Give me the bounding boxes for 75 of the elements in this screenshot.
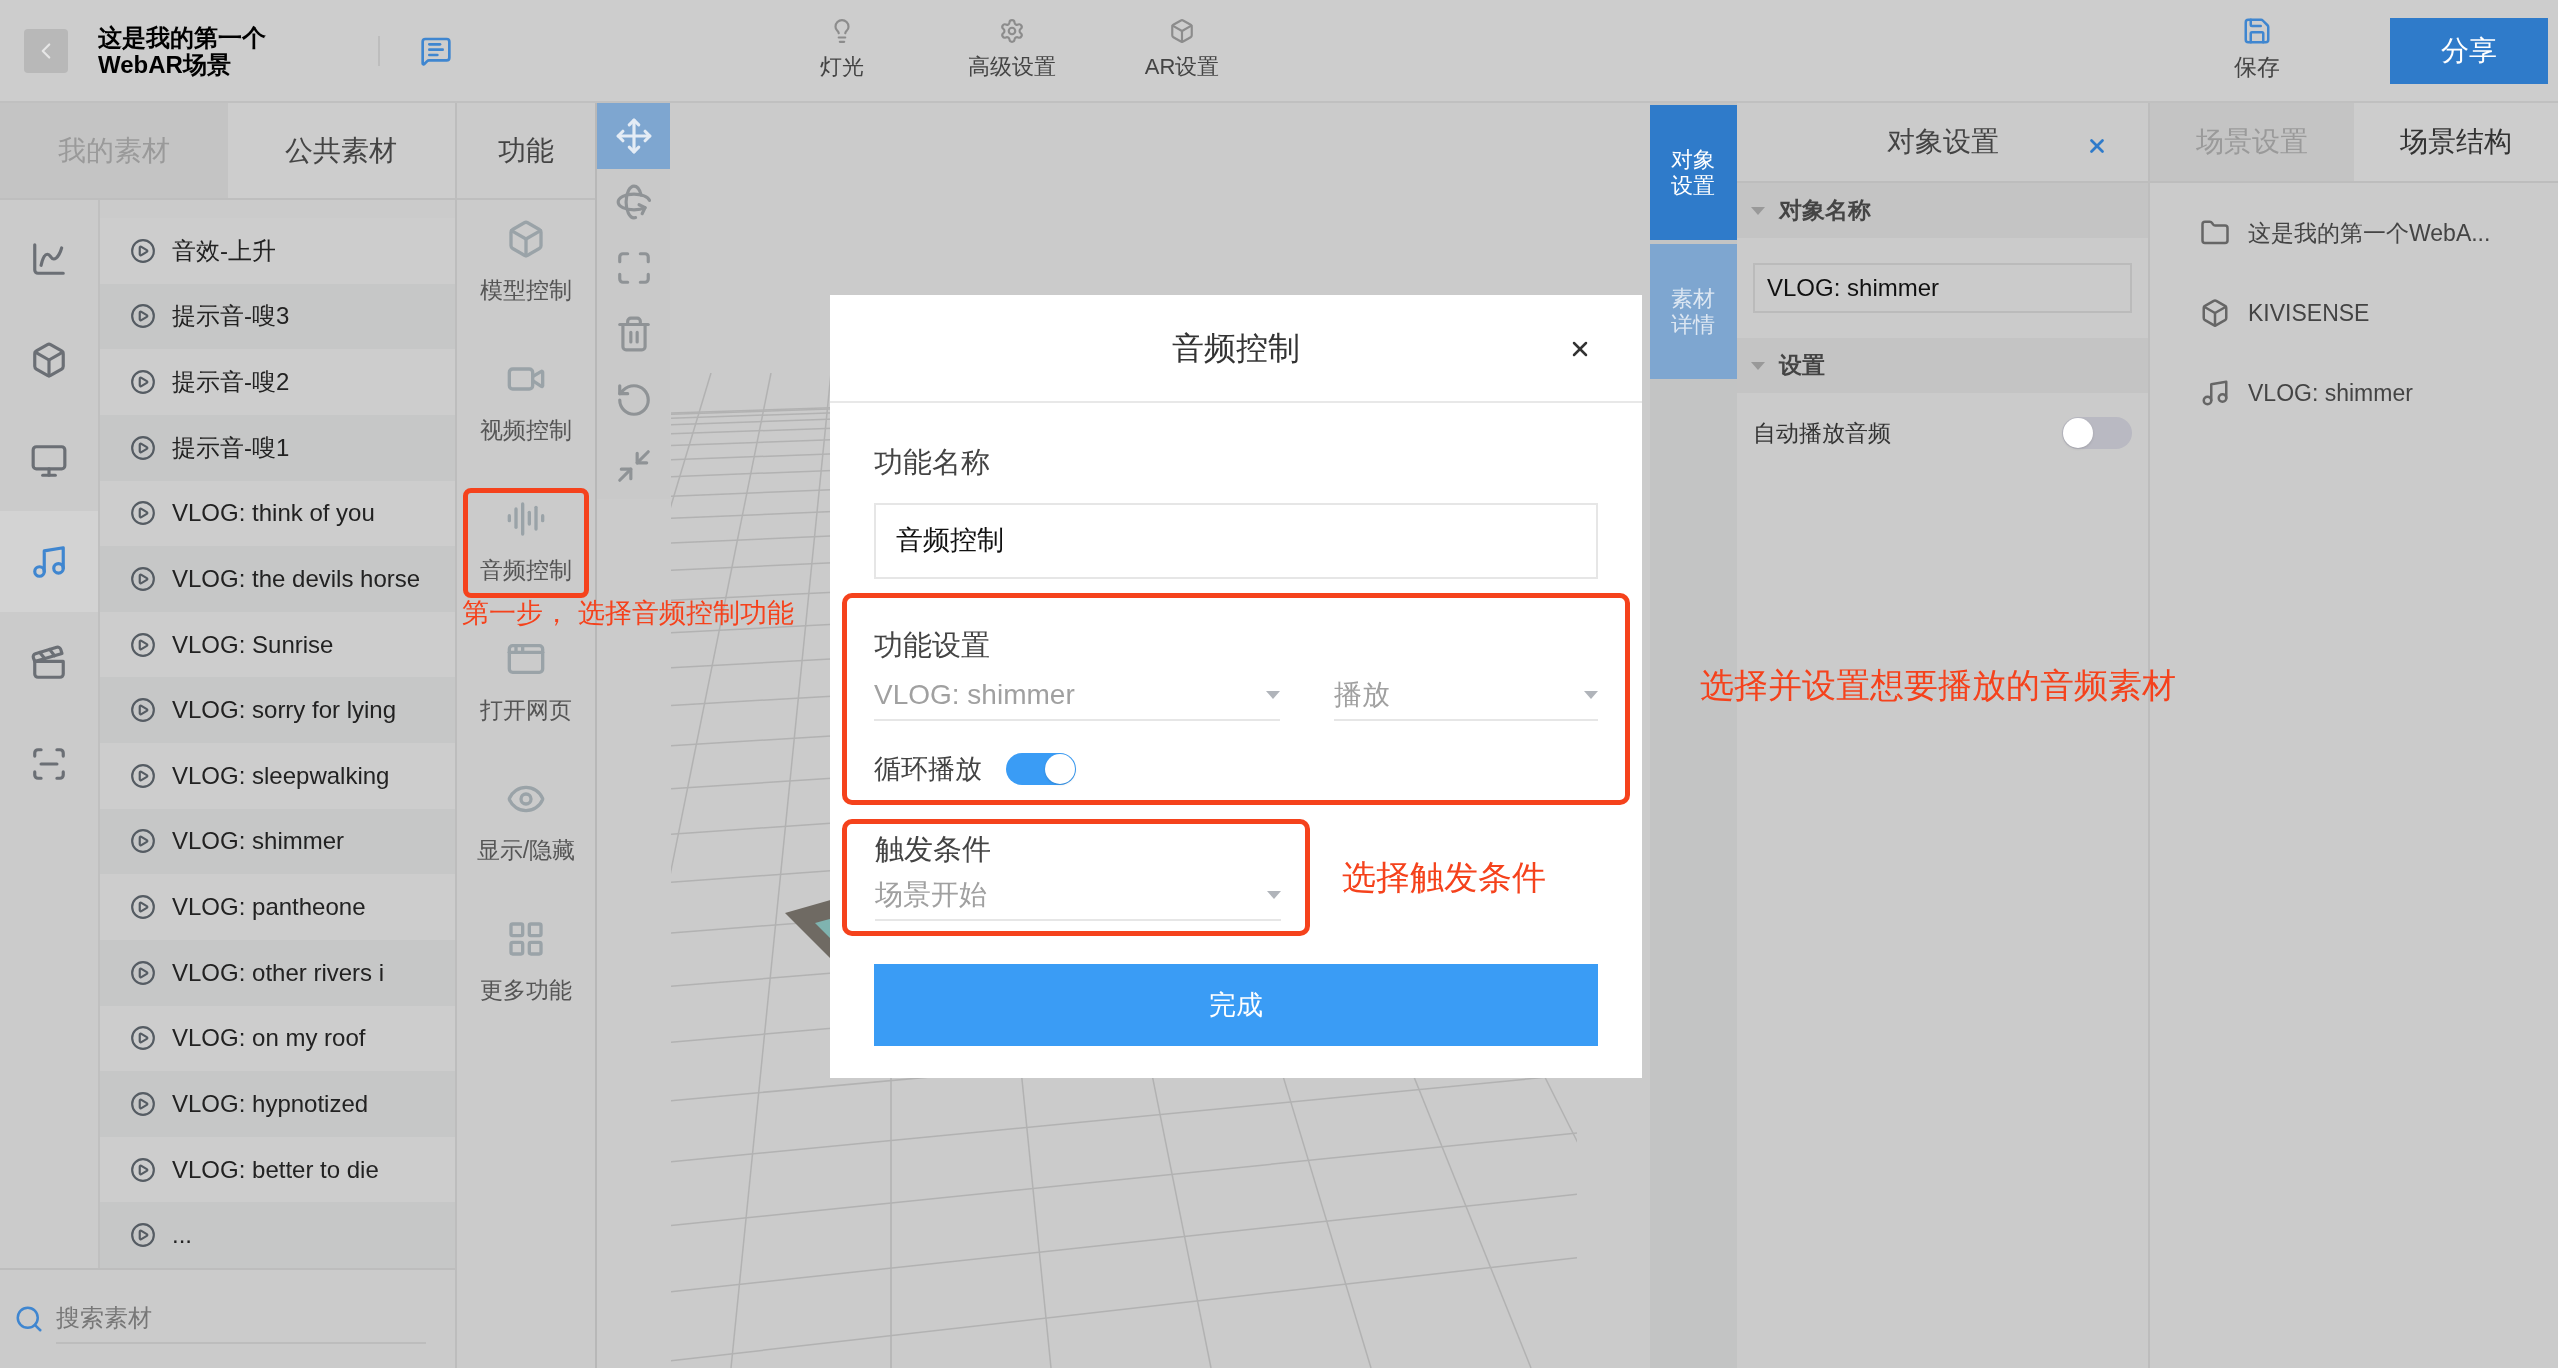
field-label: 功能设置 (874, 627, 991, 663)
play-icon (130, 1222, 156, 1249)
toggle-switch[interactable] (2062, 417, 2132, 449)
play-icon (130, 565, 156, 592)
asset-item[interactable]: ... (100, 1202, 455, 1268)
function-button[interactable]: 打开网页 (463, 628, 589, 738)
play-icon (130, 894, 156, 921)
play-icon (130, 828, 156, 855)
toolbar-button[interactable]: 灯光 (792, 18, 892, 83)
share-button[interactable]: 分享 (2390, 17, 2548, 84)
asset-item[interactable]: VLOG: shimmer (100, 808, 455, 875)
section-header[interactable]: 设置 (1737, 338, 2148, 393)
panel-title: 对象设置 (1886, 125, 1999, 159)
dropdown-arrow-icon (1267, 891, 1281, 899)
play-icon (130, 369, 156, 396)
search-icon (14, 1304, 44, 1334)
play-icon (130, 762, 156, 789)
play-icon (130, 1090, 156, 1117)
cube-icon (2200, 298, 2230, 328)
tree-item[interactable]: KIVISENSE (2150, 273, 2558, 353)
panel-title: 功能 (457, 103, 595, 200)
name-field[interactable]: VLOG: shimmer (1753, 263, 2132, 313)
play-icon (130, 500, 156, 527)
asset-item[interactable]: 提示音-嗖1 (100, 414, 455, 481)
side-tab[interactable]: 对象设置 (1650, 105, 1737, 240)
dropdown-arrow-icon (1266, 691, 1280, 699)
field-label: 触发条件 (875, 831, 992, 867)
asset-item[interactable]: VLOG: the devils horse (100, 546, 455, 612)
play-icon (130, 1025, 156, 1052)
move-icon (614, 117, 653, 155)
play-icon (130, 697, 156, 724)
asset-item[interactable]: 提示音-嗖3 (100, 283, 455, 350)
toggle-switch[interactable] (1006, 753, 1076, 786)
toolbar-button[interactable]: AR设置 (1132, 18, 1232, 83)
back-button[interactable] (24, 28, 68, 73)
asset-item[interactable]: VLOG: hypnotized (100, 1071, 455, 1137)
tree-item[interactable]: VLOG: shimmer (2150, 353, 2558, 433)
cube-icon (506, 218, 546, 259)
search-field[interactable]: 搜索素材 (56, 1294, 426, 1344)
play-icon (130, 959, 156, 986)
toolbar-button[interactable]: 高级设置 (962, 18, 1062, 83)
dialog-title: 音频控制 (1172, 329, 1300, 368)
function-button[interactable]: 更多功能 (463, 908, 589, 1018)
asset-item[interactable]: VLOG: sorry for lying (100, 677, 455, 743)
settings-icon (999, 18, 1025, 44)
clapperboard-icon (30, 643, 68, 682)
play-icon (130, 237, 156, 264)
function-button[interactable]: 显示/隐藏 (463, 768, 589, 878)
dropdown-arrow-icon (1584, 691, 1598, 699)
setting-label: 自动播放音频 (1753, 418, 1891, 448)
annotation-text: 第一步， 选择音频控制功能 (462, 600, 794, 627)
save-button[interactable]: 保存 (2234, 16, 2280, 85)
name-field[interactable]: 音频控制 (874, 502, 1598, 579)
function-button[interactable]: 视频控制 (463, 348, 589, 458)
asset-item[interactable]: VLOG: other rivers i (100, 939, 455, 1006)
function-button[interactable]: 音频控制 (463, 488, 589, 598)
cube-icon (1169, 18, 1195, 44)
annotation-text: 选择并设置想要播放的音频素材 (1700, 665, 2176, 706)
toggle-label: 循环播放 (874, 753, 982, 786)
function-button[interactable]: 模型控制 (463, 208, 589, 318)
section-header[interactable]: 对象名称 (1737, 183, 2148, 238)
save-icon (2242, 16, 2272, 47)
tree-item[interactable]: 这是我的第一个WebA... (2150, 193, 2558, 273)
music-note-icon (2200, 378, 2230, 408)
play-icon (130, 631, 156, 658)
play-icon (130, 1156, 156, 1183)
cube-icon (30, 340, 68, 379)
play-icon (130, 303, 156, 330)
category-button[interactable] (0, 511, 98, 612)
play-icon (130, 434, 156, 461)
field-label: 功能名称 (874, 445, 991, 480)
scene-title: 这是我的第一个 WebAR场景 (98, 23, 267, 78)
annotation-text: 选择触发条件 (1342, 856, 1546, 898)
rotate-icon (614, 183, 653, 221)
tool-button[interactable] (597, 103, 670, 169)
